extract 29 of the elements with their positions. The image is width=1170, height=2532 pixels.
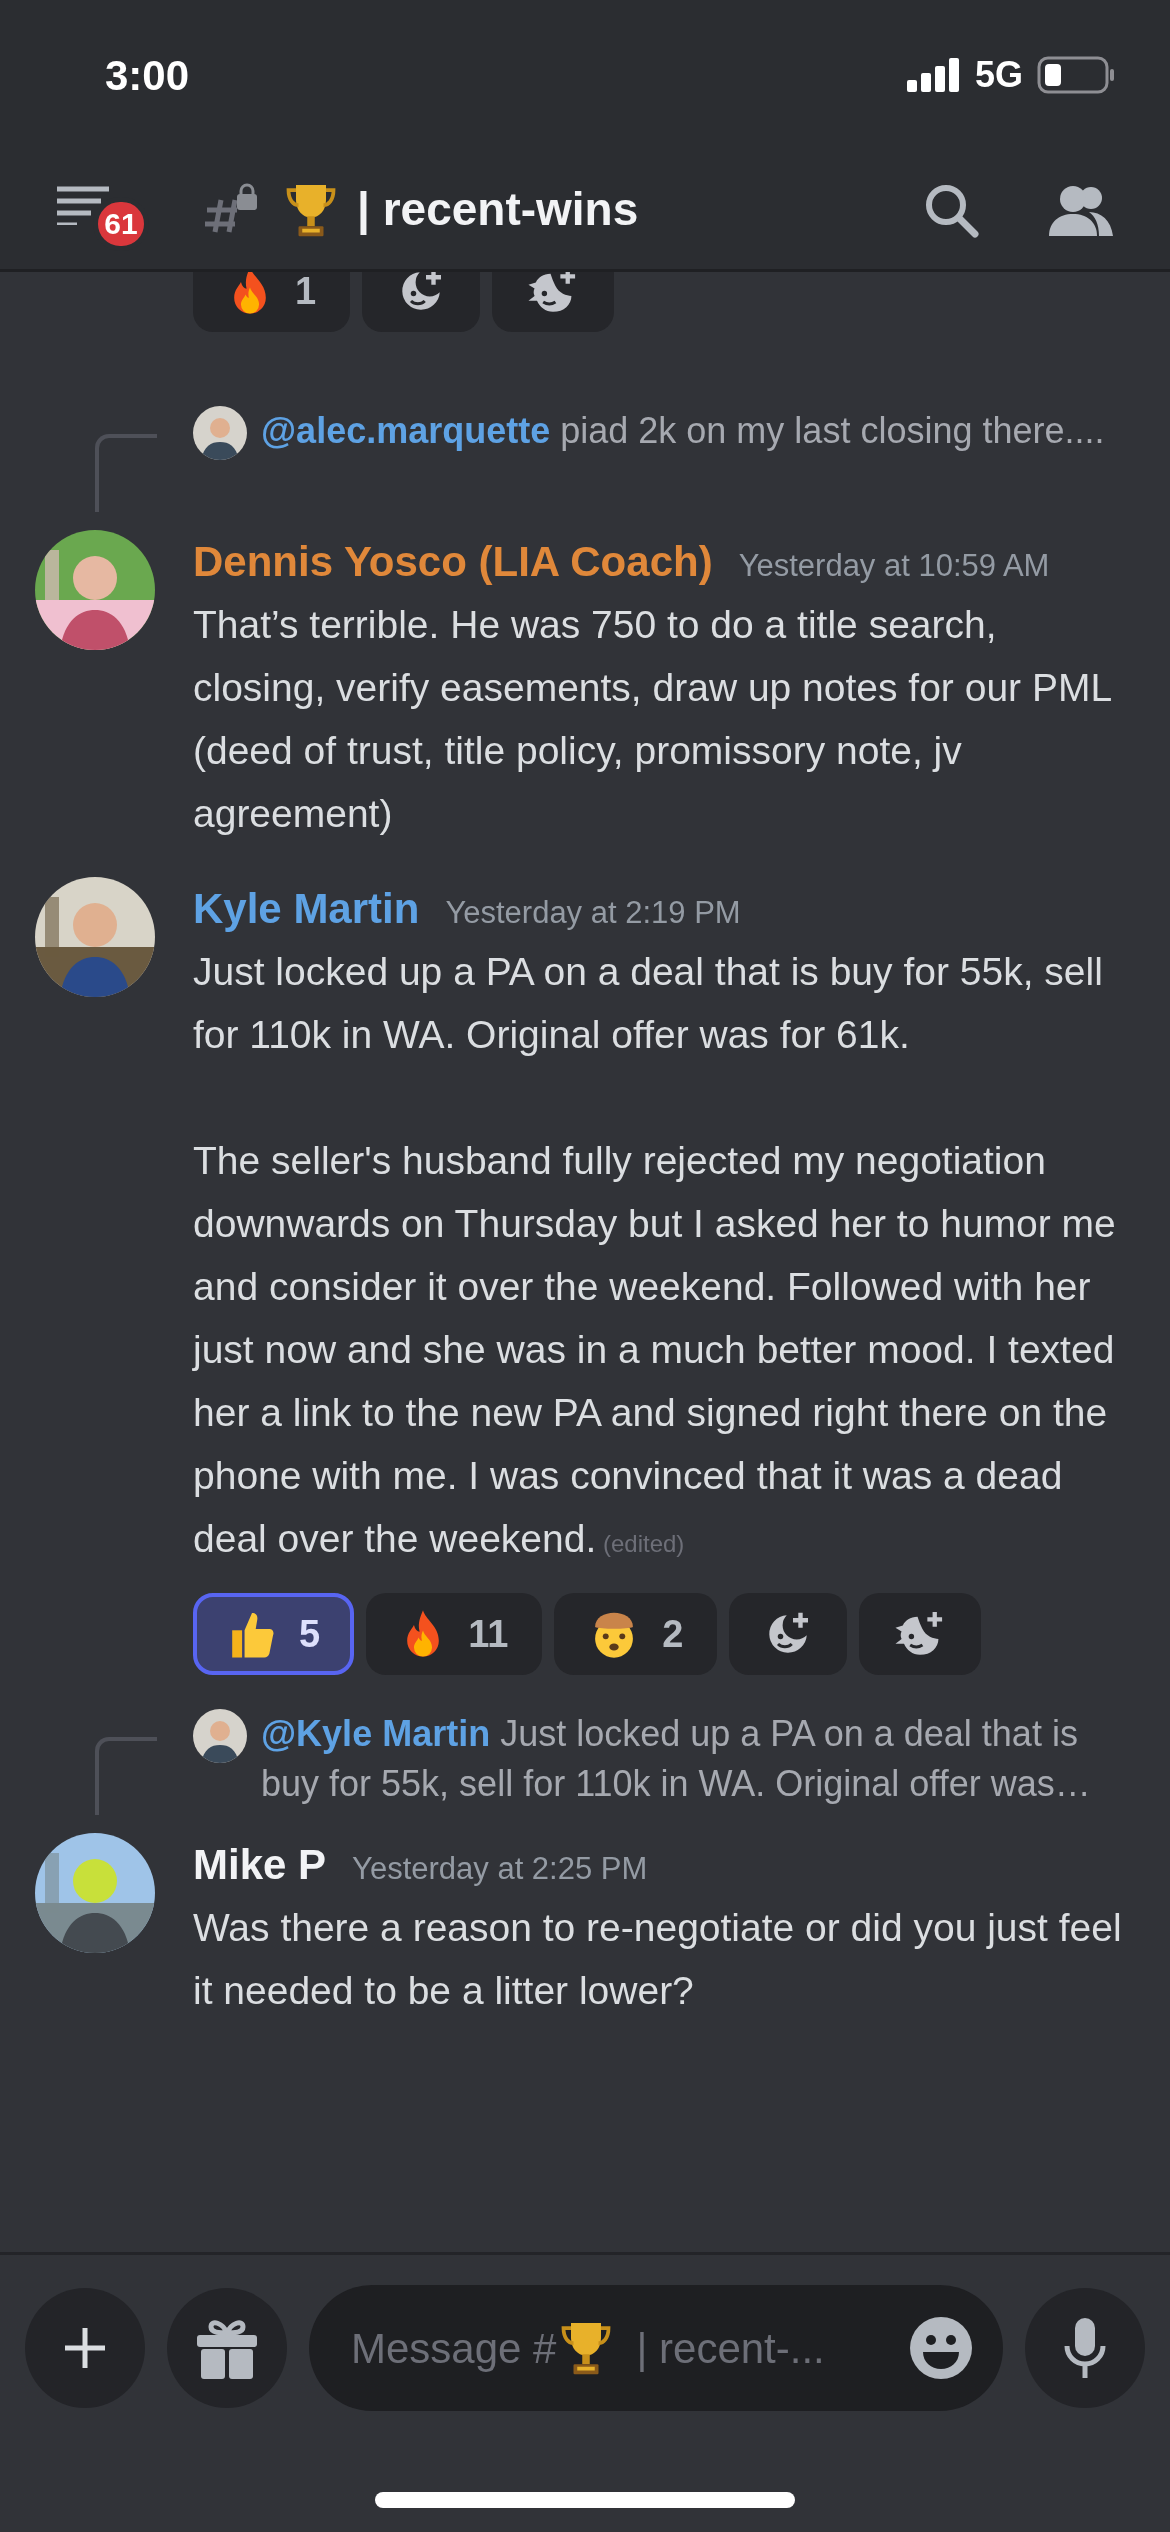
reaction-chip[interactable]: 5 bbox=[193, 1593, 355, 1675]
add-reaction-button[interactable] bbox=[859, 1593, 982, 1675]
message-timestamp: Yesterday at 2:19 PM bbox=[445, 894, 741, 932]
gift-icon bbox=[197, 2317, 257, 2379]
battery-icon bbox=[1037, 56, 1115, 94]
author-name[interactable]: Kyle Martin bbox=[193, 877, 420, 940]
network-label: 5G bbox=[974, 53, 1023, 97]
add-reaction-button[interactable] bbox=[492, 272, 615, 332]
message-text: Just locked up a PA on a deal that is buy for 55k, sell for 110k in WA. Original offer was for 61k. The seller's husband fully rejected my negotiation downwards on Thursday but I asked her to humor me and consider it over the weekend. Followed with her just now and she was in a much better mood. I texted her a link to the new PA and signed right there on the phone with me. I was convinced that it was a dead deal over the weekend. (edited) bbox=[193, 949, 1117, 1562]
message-text: That’s terrible. He was 750 to do a title search, closing, verify easements, draw up notes for our PML (deed of trust, title policy, promissory note, jv agreement) bbox=[193, 602, 1112, 837]
microphone-icon bbox=[1063, 2318, 1107, 2378]
reaction-chip[interactable]: 1 bbox=[193, 272, 351, 332]
channel-name: | recent-wins bbox=[357, 182, 639, 237]
members-icon[interactable] bbox=[1049, 183, 1115, 236]
status-time: 3:00 bbox=[105, 50, 190, 101]
plus-icon bbox=[63, 2326, 107, 2370]
signal-icon bbox=[906, 58, 961, 92]
reply-preview[interactable]: @alec.marquette piad 2k on my last closing there.... bbox=[261, 406, 1105, 456]
add-reaction-button[interactable] bbox=[729, 1593, 848, 1675]
message-text: Was there a reason to re-negotiate or did you just feel it needed to be a litter lower? bbox=[193, 1905, 1123, 2014]
message-timestamp: Yesterday at 10:59 AM bbox=[738, 547, 1050, 585]
emoji-icon[interactable] bbox=[909, 2316, 973, 2380]
reaction-chip[interactable]: 2 bbox=[554, 1593, 718, 1675]
author-name[interactable]: Mike P bbox=[193, 1833, 327, 1896]
message-timestamp: Yesterday at 2:25 PM bbox=[352, 1850, 648, 1888]
author-name[interactable]: Dennis Yosco (LIA Coach) bbox=[193, 530, 713, 593]
reaction-chip[interactable]: 11 bbox=[366, 1593, 543, 1675]
reply-preview[interactable]: @Kyle Martin Just locked up a PA on a deal that is buy for 55k, sell for 110k in WA. Original offer was… bbox=[261, 1709, 1130, 1809]
add-reaction-button[interactable] bbox=[362, 272, 481, 332]
